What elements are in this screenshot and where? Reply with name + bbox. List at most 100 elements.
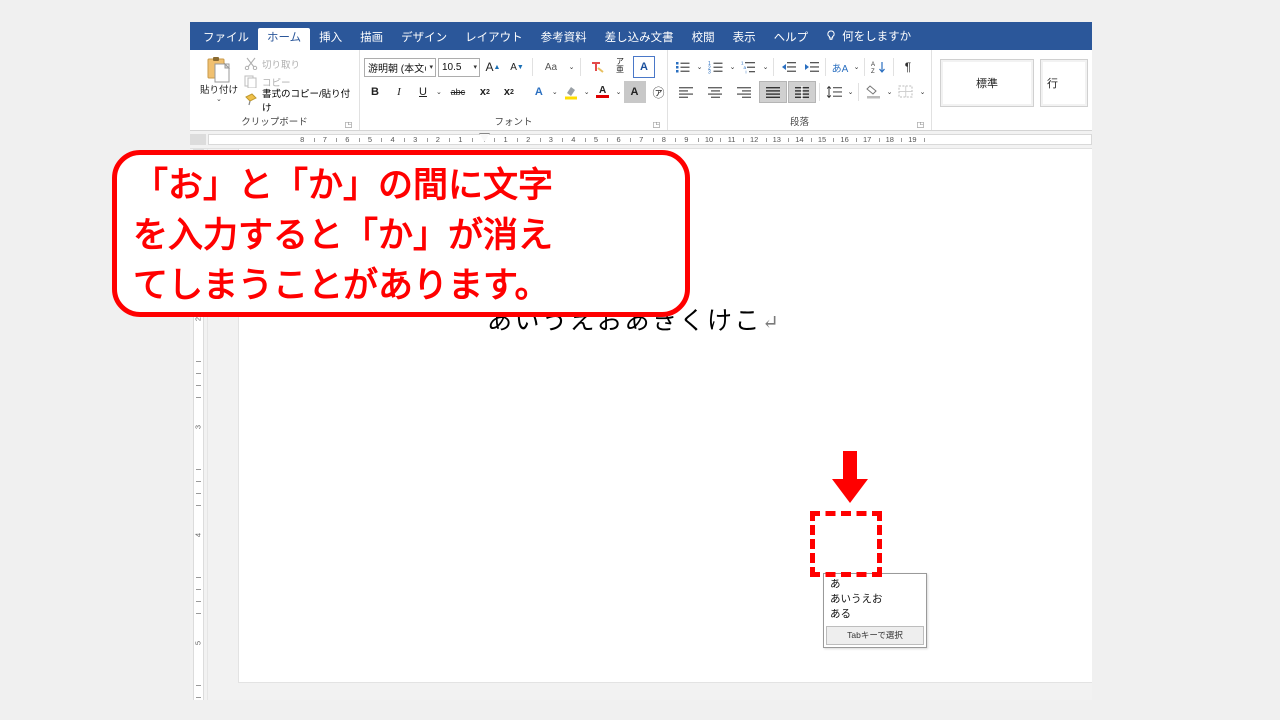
- multilevel-list-button[interactable]: 1ai: [738, 56, 760, 78]
- ruler-tick-number: 9: [684, 135, 689, 144]
- ruler-tick-number: 8: [300, 135, 305, 144]
- chevron-down-icon[interactable]: ⌄: [616, 88, 622, 96]
- bold-button[interactable]: B: [364, 81, 386, 103]
- tab-insert[interactable]: 挿入: [310, 28, 351, 51]
- horizontal-ruler[interactable]: 8 7 6 5 4 3 2 1 1 2 3 4 5 6 7 8 9 10 11 12 13 14 15 16 17 18 19: [190, 131, 1092, 149]
- tab-review[interactable]: 校閲: [683, 28, 724, 51]
- chevron-down-icon[interactable]: ⌄: [695, 63, 704, 71]
- cut-button[interactable]: 切り取り: [244, 56, 355, 71]
- tab-help[interactable]: ヘルプ: [765, 28, 818, 51]
- tab-references[interactable]: 参考資料: [532, 28, 596, 51]
- align-right-button[interactable]: [730, 81, 758, 103]
- decrease-indent-button[interactable]: [777, 56, 799, 78]
- align-center-button[interactable]: [701, 81, 729, 103]
- paste-button[interactable]: 貼り付け ⌄: [194, 53, 244, 103]
- distribute-button[interactable]: [788, 81, 816, 103]
- character-border-button[interactable]: A: [633, 56, 655, 78]
- borders-button[interactable]: [895, 81, 917, 103]
- italic-button[interactable]: I: [388, 81, 410, 103]
- change-case-button[interactable]: Aa: [537, 56, 565, 78]
- paragraph-dialog-launcher[interactable]: ◳: [916, 120, 925, 129]
- chevron-down-icon[interactable]: ⌄: [728, 63, 737, 71]
- font-color-button[interactable]: A: [592, 81, 614, 103]
- align-left-button[interactable]: [672, 81, 700, 103]
- chevron-down-icon[interactable]: ⌄: [216, 96, 222, 103]
- show-marks-button[interactable]: ¶: [897, 56, 919, 78]
- format-painter-icon: [244, 93, 258, 106]
- clipboard-dialog-launcher[interactable]: ◳: [344, 120, 353, 129]
- divider: [819, 83, 820, 101]
- enclose-character-button[interactable]: ㋐: [648, 81, 670, 103]
- ime-candidate-popup[interactable]: あ あいうえお ある Tabキーで選択: [823, 573, 927, 648]
- vertical-ruler-tick-number: 2: [193, 316, 203, 322]
- ime-hint-label: Tabキーで選択: [826, 626, 924, 645]
- chevron-down-icon[interactable]: ⌄: [567, 63, 576, 71]
- subscript-button[interactable]: x2: [474, 81, 496, 103]
- format-painter-button[interactable]: 書式のコピー/貼り付け: [244, 89, 355, 114]
- ruler-tick-mark: [833, 138, 835, 142]
- justify-button[interactable]: [759, 81, 787, 103]
- tab-draw[interactable]: 描画: [351, 28, 392, 51]
- chevron-down-icon[interactable]: ⌄: [552, 88, 558, 96]
- vertical-ruler-tick-mark: [196, 505, 201, 506]
- tell-me-box[interactable]: 何をしますか: [825, 28, 911, 50]
- line-spacing-button[interactable]: [823, 81, 845, 103]
- ruler-tick-mark: [584, 138, 586, 142]
- phonetic-guide-button[interactable]: ア亜: [609, 55, 631, 79]
- chevron-down-icon[interactable]: ⌄: [846, 88, 855, 96]
- font-group-label: フォント ◳: [494, 117, 661, 129]
- style-item-line[interactable]: 行: [1040, 59, 1088, 107]
- shading-button[interactable]: [862, 81, 884, 103]
- chevron-down-icon[interactable]: ⌄: [584, 88, 590, 96]
- superscript-button[interactable]: x2: [498, 81, 520, 103]
- shrink-font-button[interactable]: A ▼: [506, 56, 528, 78]
- strikethrough-button[interactable]: abc: [444, 81, 472, 103]
- paragraph-group-label: 段落 ◳: [789, 117, 925, 129]
- underline-button[interactable]: U: [412, 81, 434, 103]
- ruler-tick-number: 2: [526, 135, 531, 144]
- ruler-tick-mark: [629, 138, 631, 142]
- chevron-down-icon[interactable]: ⌄: [852, 63, 861, 71]
- tab-file[interactable]: ファイル: [194, 28, 258, 51]
- ime-candidate-item[interactable]: あ: [824, 577, 926, 592]
- format-painter-label: 書式のコピー/貼り付け: [261, 88, 351, 114]
- ruler-tick-mark: [607, 138, 609, 142]
- divider: [580, 58, 581, 76]
- increase-indent-button[interactable]: [800, 56, 822, 78]
- ruler-tick-mark: [878, 138, 880, 142]
- ruler-tick-mark: [516, 138, 518, 142]
- font-name-combo[interactable]: 游明朝 (本文のフ ▾: [364, 57, 436, 77]
- clear-formatting-button[interactable]: [585, 56, 607, 78]
- chevron-down-icon[interactable]: ⌄: [436, 88, 442, 96]
- ruler-tick-number: 10: [704, 135, 714, 144]
- ime-candidate-item[interactable]: あいうえお: [824, 592, 926, 607]
- phonetic-sort-button[interactable]: あA: [829, 56, 851, 78]
- text-highlight-button[interactable]: [560, 81, 582, 103]
- ruler-tick-mark: [336, 138, 338, 142]
- font-dialog-launcher[interactable]: ◳: [652, 120, 661, 129]
- chevron-down-icon[interactable]: ▾: [470, 63, 477, 71]
- font-size-combo[interactable]: 10.5 ▾: [438, 57, 480, 77]
- character-shading-button[interactable]: A: [623, 81, 646, 103]
- numbering-button[interactable]: 123: [705, 56, 727, 78]
- ruler-tick-mark: [652, 138, 654, 142]
- cut-label: 切り取り: [261, 59, 300, 71]
- chevron-down-icon[interactable]: ⌄: [761, 63, 770, 71]
- sort-button[interactable]: AZ: [868, 56, 890, 78]
- tab-layout[interactable]: レイアウト: [456, 28, 532, 51]
- ruler-tick-mark: [742, 138, 744, 142]
- pilcrow-icon: ↵: [762, 310, 782, 334]
- style-label: 行: [1047, 78, 1058, 90]
- tab-view[interactable]: 表示: [724, 28, 765, 51]
- grow-font-button[interactable]: A ▲: [482, 56, 504, 78]
- chevron-down-icon[interactable]: ▾: [426, 63, 433, 71]
- tab-home[interactable]: ホーム: [258, 27, 311, 50]
- text-effects-button[interactable]: A: [528, 81, 550, 103]
- chevron-down-icon[interactable]: ⌄: [885, 88, 894, 96]
- ime-candidate-item[interactable]: ある: [824, 607, 926, 622]
- tab-design[interactable]: デザイン: [392, 28, 456, 51]
- style-item-standard[interactable]: 標準: [940, 59, 1034, 107]
- bullets-button[interactable]: [672, 56, 694, 78]
- chevron-down-icon[interactable]: ⌄: [918, 88, 927, 96]
- tab-mailings[interactable]: 差し込み文書: [596, 28, 683, 51]
